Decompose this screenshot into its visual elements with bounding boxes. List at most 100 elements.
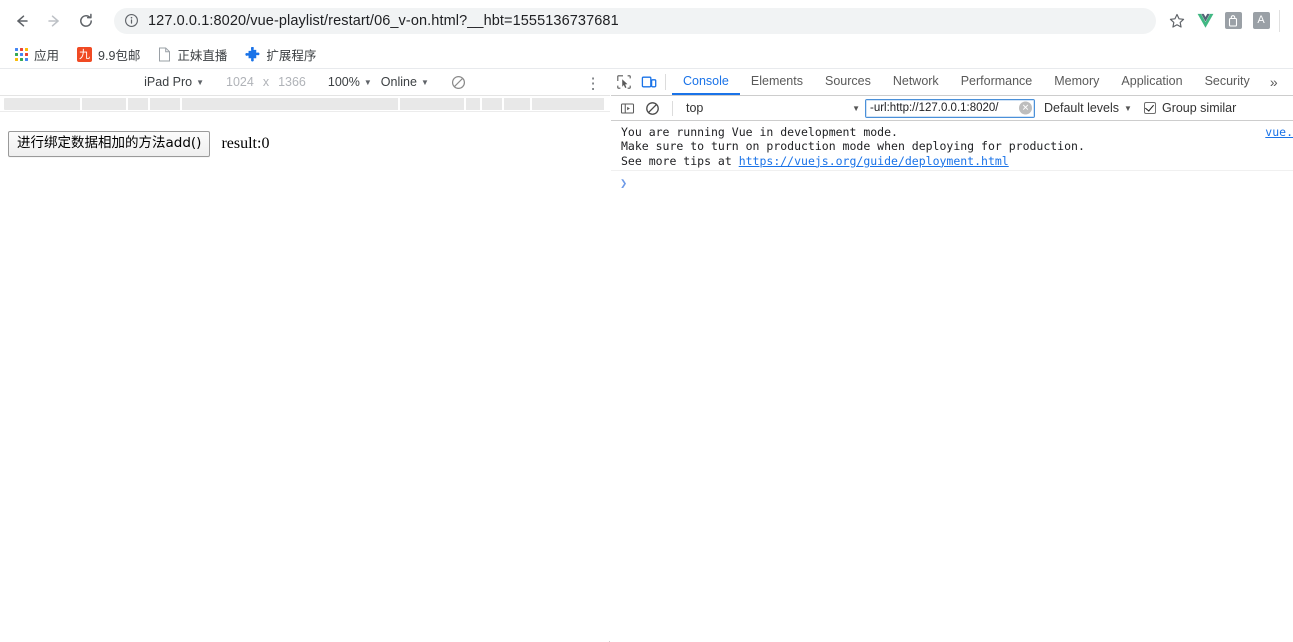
page-viewport: 进行绑定数据相加的方法add() result:0: [0, 112, 610, 641]
tab-label: Application: [1121, 74, 1183, 88]
browser-toolbar: 127.0.0.1:8020/vue-playlist/restart/06_v…: [0, 0, 1293, 41]
vue-devtools-icon[interactable]: [1192, 8, 1218, 34]
device-emulation-pane: iPad Pro ▼ 1024 x 1366 100% ▼ Online ▼ ⋮…: [0, 69, 610, 642]
bookmark-apps[interactable]: 应用: [8, 44, 66, 66]
devtools-tabbar: Console Elements Sources Network Perform…: [611, 69, 1293, 96]
tab-label: Memory: [1054, 74, 1100, 88]
console-message-line: You are running Vue in development mode.: [621, 125, 898, 139]
tabbar-overflow-icon[interactable]: »: [1261, 69, 1287, 95]
media-query-inspector[interactable]: [0, 96, 610, 125]
tab-console[interactable]: Console: [672, 69, 740, 95]
bookmark-star-icon[interactable]: [1164, 8, 1190, 34]
tabbar-divider: [665, 74, 666, 90]
console-message-line: See more tips at https://vuejs.org/guide…: [621, 154, 1293, 168]
extension-a-label: A: [1252, 12, 1270, 29]
chevron-down-icon: ▼: [363, 77, 372, 87]
console-input-prompt[interactable]: ❯: [611, 171, 1293, 190]
devtools-panel: Console Elements Sources Network Perform…: [611, 69, 1293, 642]
zoom-selector-label: 100%: [327, 75, 360, 89]
inspect-element-icon[interactable]: [611, 69, 636, 95]
bookmark-zhengmeizhibo[interactable]: 正妹直播: [151, 44, 234, 66]
viewport-height-input[interactable]: 1366: [278, 75, 306, 89]
address-bar[interactable]: 127.0.0.1:8020/vue-playlist/restart/06_v…: [114, 7, 1156, 34]
prompt-chevron-icon: ❯: [620, 176, 628, 191]
zoom-selector[interactable]: 100% ▼: [328, 75, 372, 89]
page-info-icon[interactable]: [124, 13, 139, 28]
tab-label: Performance: [960, 74, 1033, 88]
network-throttle-label: Online: [380, 75, 417, 89]
device-selector[interactable]: iPad Pro ▼: [144, 75, 204, 89]
dimension-separator: x: [262, 75, 270, 89]
console-filter-input[interactable]: -url:http://127.0.0.1:8020/ ✕: [865, 98, 1035, 118]
bookmark-label: 9.9包邮: [98, 49, 141, 63]
tab-label: Security: [1204, 74, 1250, 88]
toolbar-divider: [1279, 9, 1280, 32]
arrow-right-icon: [44, 11, 64, 31]
bookmark-label: 扩展程序: [266, 49, 317, 63]
add-method-button[interactable]: 进行绑定数据相加的方法add(): [8, 131, 211, 157]
address-bar-url: 127.0.0.1:8020/vue-playlist/restart/06_v…: [148, 12, 619, 29]
device-selector-label: iPad Pro: [144, 75, 193, 89]
more-vertical-icon[interactable]: ⋮: [584, 69, 602, 96]
tab-performance[interactable]: Performance: [950, 69, 1044, 95]
bookmark-extensions[interactable]: 扩展程序: [238, 44, 323, 66]
console-output[interactable]: You are running Vue in development mode.…: [611, 121, 1293, 640]
no-throttling-icon[interactable]: [451, 75, 466, 90]
console-message-source-link[interactable]: vue.: [1265, 125, 1293, 139]
group-similar-label: Group similar: [1161, 101, 1237, 115]
tab-application[interactable]: Application: [1110, 69, 1193, 95]
extension-a-icon[interactable]: A: [1248, 8, 1274, 34]
chevron-down-icon: ▼: [420, 77, 429, 87]
toggle-device-toolbar-icon[interactable]: [636, 69, 661, 95]
clear-console-icon[interactable]: [640, 101, 665, 116]
execution-context-selector[interactable]: top ▼: [680, 99, 865, 118]
tab-elements[interactable]: Elements: [740, 69, 814, 95]
tab-label: Network: [892, 74, 939, 88]
tab-label: Sources: [824, 74, 871, 88]
bookmark-99baoyou[interactable]: 九 9.9包邮: [70, 44, 147, 66]
console-sidebar-icon[interactable]: [615, 101, 640, 116]
result-label: result:0: [221, 134, 270, 152]
reload-icon: [76, 11, 96, 31]
tab-sources[interactable]: Sources: [814, 69, 882, 95]
browser-window: 127.0.0.1:8020/vue-playlist/restart/06_v…: [0, 0, 1293, 642]
execution-context-label: top: [686, 101, 704, 115]
bookmark-label: 正妹直播: [177, 49, 228, 63]
clear-input-icon[interactable]: ✕: [1019, 101, 1032, 115]
tab-label: Elements: [750, 74, 803, 88]
chevron-down-icon: ▼: [1124, 103, 1132, 113]
device-emulation-toolbar: iPad Pro ▼ 1024 x 1366 100% ▼ Online ▼ ⋮: [0, 69, 610, 96]
chevron-down-icon: ▼: [196, 77, 205, 87]
console-message-line: Make sure to turn on production mode whe…: [621, 139, 1085, 154]
console-message-text: See more tips at: [621, 153, 739, 168]
network-throttle-selector[interactable]: Online ▼: [381, 75, 429, 89]
page-document-icon: [158, 47, 171, 62]
extension-icon[interactable]: [1220, 8, 1246, 34]
log-levels-label: Default levels: [1044, 101, 1120, 115]
favicon-nine-icon: 九: [77, 47, 93, 62]
media-query-bar[interactable]: [4, 98, 606, 110]
tab-network[interactable]: Network: [882, 69, 950, 95]
console-filter-value: -url:http://127.0.0.1:8020/: [870, 102, 999, 114]
group-similar-checkbox[interactable]: Group similar: [1143, 101, 1237, 115]
console-message[interactable]: You are running Vue in development mode.…: [611, 121, 1293, 172]
console-filter-toolbar: top ▼ -url:http://127.0.0.1:8020/ ✕ Defa…: [611, 96, 1293, 121]
arrow-left-icon: [12, 11, 32, 31]
apps-grid-icon: [15, 48, 28, 61]
puzzle-piece-icon: [245, 47, 260, 62]
forward-button[interactable]: [40, 7, 68, 35]
reload-button[interactable]: [72, 7, 100, 35]
checkbox-icon: [1143, 102, 1156, 114]
filterbar-divider: [672, 100, 673, 116]
bookmark-label: 应用: [34, 49, 60, 63]
tab-memory[interactable]: Memory: [1043, 69, 1110, 95]
log-levels-selector[interactable]: Default levels ▼: [1044, 99, 1132, 118]
vue-demo-row: 进行绑定数据相加的方法add() result:0: [8, 131, 269, 157]
tab-label: Console: [683, 74, 729, 88]
back-button[interactable]: [8, 7, 36, 35]
tab-security[interactable]: Security: [1194, 69, 1261, 95]
console-input-line[interactable]: [627, 177, 1293, 190]
vue-deployment-link[interactable]: https://vuejs.org/guide/deployment.html: [739, 154, 1009, 168]
viewport-width-input[interactable]: 1024: [226, 75, 254, 89]
bookmarks-bar: 应用 九 9.9包邮 正妹直播 扩展程序: [0, 41, 1293, 69]
